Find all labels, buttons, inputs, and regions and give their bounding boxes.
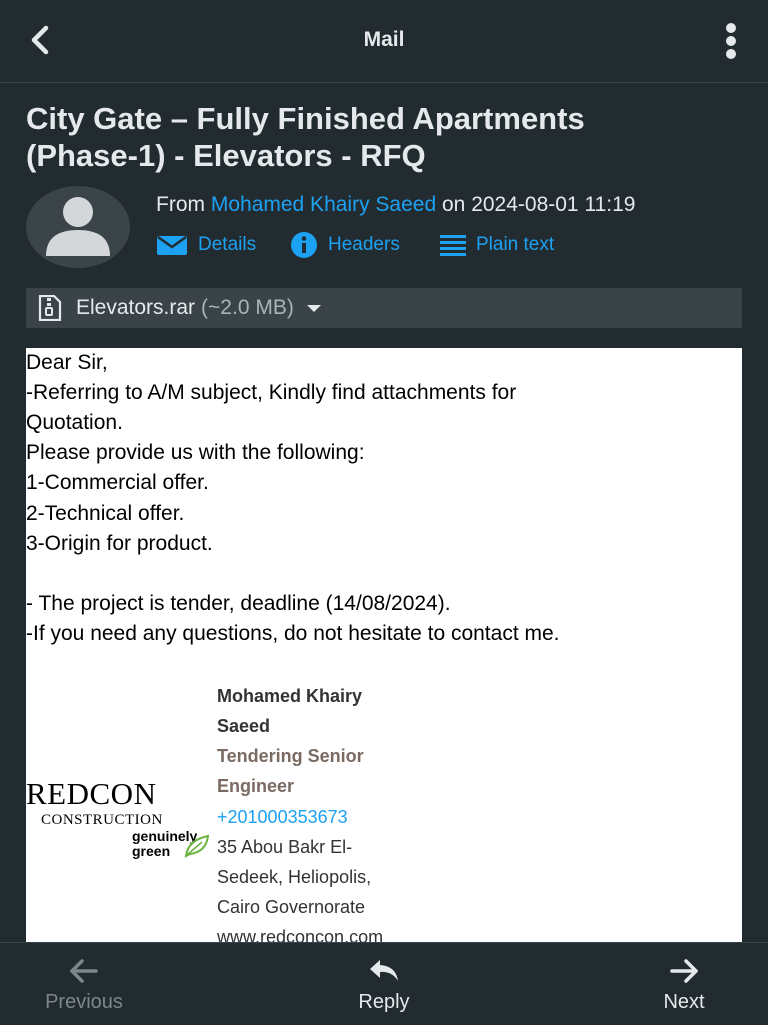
plain-text-label: Plain text: [476, 234, 555, 255]
body-line: -If you need any questions, do not hesit…: [26, 622, 560, 645]
logo-main-text: REDCON: [26, 776, 157, 811]
message-body: Dear Sir, -Referring to A/M subject, Kin…: [26, 348, 742, 942]
person-icon: [46, 197, 110, 256]
message-subject: City Gate – Fully Finished Apartments (P…: [26, 100, 742, 174]
signature-name-1: Mohamed Khairy: [217, 686, 363, 706]
more-vertical-icon: [726, 23, 736, 59]
signature-address-2: Sedeek, Heliopolis,: [217, 867, 372, 887]
attachment-size: (~2.0 MB): [201, 296, 294, 319]
logo-tagline-2: green: [132, 843, 171, 859]
sender-avatar: [26, 186, 130, 268]
body-line: 1-Commercial offer.: [26, 471, 209, 494]
more-options-button[interactable]: [716, 22, 746, 62]
signature-website-link[interactable]: www.redconcon.com: [217, 922, 383, 942]
signature-phone-link[interactable]: +201000353673: [217, 802, 348, 832]
body-line: 3-Origin for product.: [26, 532, 213, 555]
details-button[interactable]: Details: [156, 230, 256, 260]
previous-button[interactable]: Previous: [24, 943, 144, 1025]
headers-button[interactable]: Headers: [290, 230, 400, 260]
info-icon: [291, 232, 317, 258]
zip-file-icon: [38, 295, 62, 321]
body-line: Please provide us with the following:: [26, 441, 365, 464]
message-date: on 2024-08-01 11:19: [442, 193, 636, 216]
sender-line: From Mohamed Khairy Saeed on 2024-08-01 …: [156, 193, 635, 217]
body-line: 2-Technical offer.: [26, 502, 185, 525]
reply-button[interactable]: Reply: [324, 943, 444, 1025]
bottom-navigation: Previous Reply Next: [0, 942, 768, 1025]
signature-address-1: 35 Abou Bakr El-: [217, 837, 353, 857]
body-line: - The project is tender, deadline (14/08…: [26, 592, 451, 615]
body-line: Quotation.: [26, 411, 123, 434]
app-title: Mail: [363, 28, 405, 51]
previous-label: Previous: [45, 991, 123, 1013]
reply-label: Reply: [358, 991, 410, 1013]
subject-line-1: City Gate – Fully Finished Apartments: [26, 101, 585, 136]
top-app-bar: Mail: [0, 0, 768, 83]
next-button[interactable]: Next: [624, 943, 744, 1025]
arrow-right-icon: [670, 959, 698, 983]
subject-line-2: (Phase-1) - Elevators - RFQ: [26, 138, 426, 173]
signature-title-2: Engineer: [217, 776, 295, 796]
logo-sub-text: CONSTRUCTION: [41, 812, 163, 828]
body-line: Dear Sir,: [26, 351, 108, 374]
text-lines-icon: [440, 235, 466, 256]
signature-title-1: Tendering Senior: [217, 746, 364, 766]
envelope-icon: [157, 235, 187, 255]
leaf-icon: [184, 834, 210, 858]
signature-name-2: Saeed: [217, 716, 271, 736]
body-line: -Referring to A/M subject, Kindly find a…: [26, 381, 517, 404]
reply-icon: [370, 960, 398, 981]
attachment-bar[interactable]: Elevators.rar (~2.0 MB): [26, 288, 742, 328]
signature-address-3: Cairo Governorate: [217, 897, 366, 917]
from-label: From: [156, 193, 205, 216]
next-label: Next: [663, 991, 705, 1013]
sender-name-link[interactable]: Mohamed Khairy Saeed: [211, 193, 436, 216]
caret-down-icon: [306, 305, 321, 312]
attachment-name: Elevators.rar: [76, 296, 196, 319]
company-logo: REDCON CONSTRUCTION genuinely green: [26, 778, 216, 862]
details-label: Details: [198, 234, 257, 255]
plain-text-button[interactable]: Plain text: [440, 230, 554, 260]
headers-label: Headers: [328, 234, 400, 255]
arrow-left-icon: [70, 959, 98, 983]
